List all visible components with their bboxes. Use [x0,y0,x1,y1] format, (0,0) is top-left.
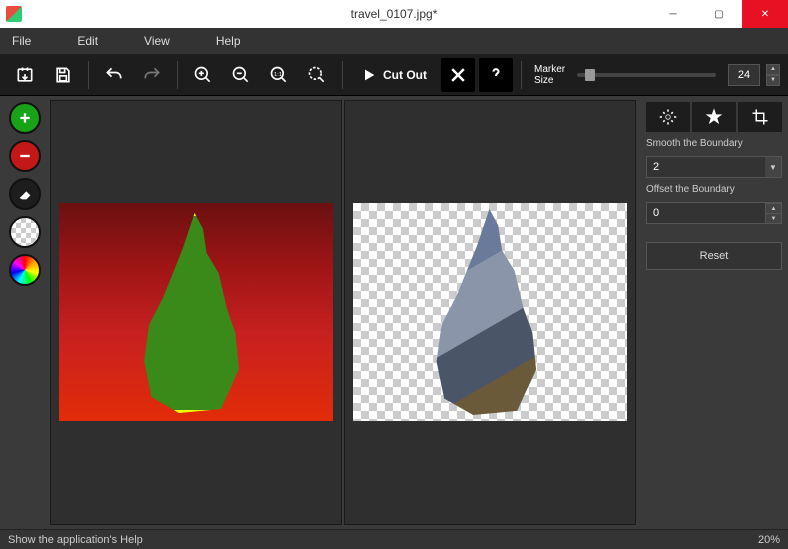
zoom-fit-button[interactable] [300,58,334,92]
help-button[interactable] [479,58,513,92]
offset-down[interactable]: ▼ [765,213,781,223]
source-panel[interactable] [50,100,342,525]
separator [342,61,343,89]
tool-tray [0,96,50,529]
remove-mask-tool[interactable] [9,140,41,172]
tab-settings[interactable] [646,102,690,132]
close-button[interactable]: ✕ [742,0,788,28]
maximize-button[interactable]: ▢ [696,0,742,28]
main-area: Smooth the Boundary 2 ▼ Offset the Bound… [0,96,788,529]
smooth-dropdown[interactable]: ▼ [765,157,781,177]
star-icon [705,108,723,126]
menu-view[interactable]: View [144,34,170,48]
canvas-row [50,96,640,529]
transparency-tool[interactable] [9,216,41,248]
marker-size-value[interactable]: 24 [728,64,760,86]
zoom-in-button[interactable] [186,58,220,92]
smooth-value[interactable]: 2 [647,157,765,177]
menu-edit[interactable]: Edit [77,34,98,48]
zoom-out-button[interactable] [224,58,258,92]
foreground-mask [137,213,257,413]
color-picker-tool[interactable] [9,254,41,286]
cutout-result [429,209,555,415]
smooth-label: Smooth the Boundary [646,138,782,150]
menu-file[interactable]: File [12,34,31,48]
menubar: File Edit View Help [0,28,788,54]
separator [521,61,522,89]
offset-value[interactable]: 0 [647,203,765,223]
zoom-actual-button[interactable]: 1:1 [262,58,296,92]
spinner-down[interactable]: ▼ [766,75,780,86]
statusbar: Show the application's Help 20% [0,529,788,549]
separator [88,61,89,89]
add-mask-tool[interactable] [9,102,41,134]
settings-tabs [646,102,782,132]
spinner-up[interactable]: ▲ [766,64,780,75]
app-window: travel_0107.jpg* ─ ▢ ✕ File Edit View He… [0,0,788,549]
source-image [59,203,333,421]
tab-favorites[interactable] [692,102,736,132]
open-button[interactable] [8,58,42,92]
result-panel[interactable] [344,100,636,525]
result-image [353,203,627,421]
toolbar: 1:1 Cut Out Marker Size 24 ▲ ▼ [0,54,788,96]
eraser-tool[interactable] [9,178,41,210]
svg-text:1:1: 1:1 [274,71,282,77]
crop-icon [751,108,769,126]
undo-button[interactable] [97,58,131,92]
menu-help[interactable]: Help [216,34,241,48]
marker-size-spinner: ▲ ▼ [766,64,780,86]
titlebar: travel_0107.jpg* ─ ▢ ✕ [0,0,788,28]
cutout-label: Cut Out [383,68,427,82]
offset-spinner: ▲ ▼ [765,203,781,223]
smooth-field: 2 ▼ [646,156,782,178]
settings-panel: Smooth the Boundary 2 ▼ Offset the Bound… [640,96,788,529]
cancel-button[interactable] [441,58,475,92]
redo-button[interactable] [135,58,169,92]
reset-button[interactable]: Reset [646,242,782,270]
offset-up[interactable]: ▲ [765,203,781,213]
marker-size-label: Marker Size [534,64,565,86]
minimize-button[interactable]: ─ [650,0,696,28]
gear-icon [659,108,677,126]
app-icon [6,6,22,22]
window-title: travel_0107.jpg* [351,7,438,21]
status-zoom: 20% [758,534,780,546]
save-button[interactable] [46,58,80,92]
slider-thumb[interactable] [585,69,595,81]
separator [177,61,178,89]
offset-label: Offset the Boundary [646,184,782,196]
tab-crop[interactable] [738,102,782,132]
cutout-button[interactable]: Cut Out [351,58,437,92]
offset-field: 0 ▲ ▼ [646,202,782,224]
marker-size-slider[interactable] [577,73,716,77]
play-icon [361,67,377,83]
window-controls: ─ ▢ ✕ [650,0,788,28]
status-help-text: Show the application's Help [8,534,143,546]
